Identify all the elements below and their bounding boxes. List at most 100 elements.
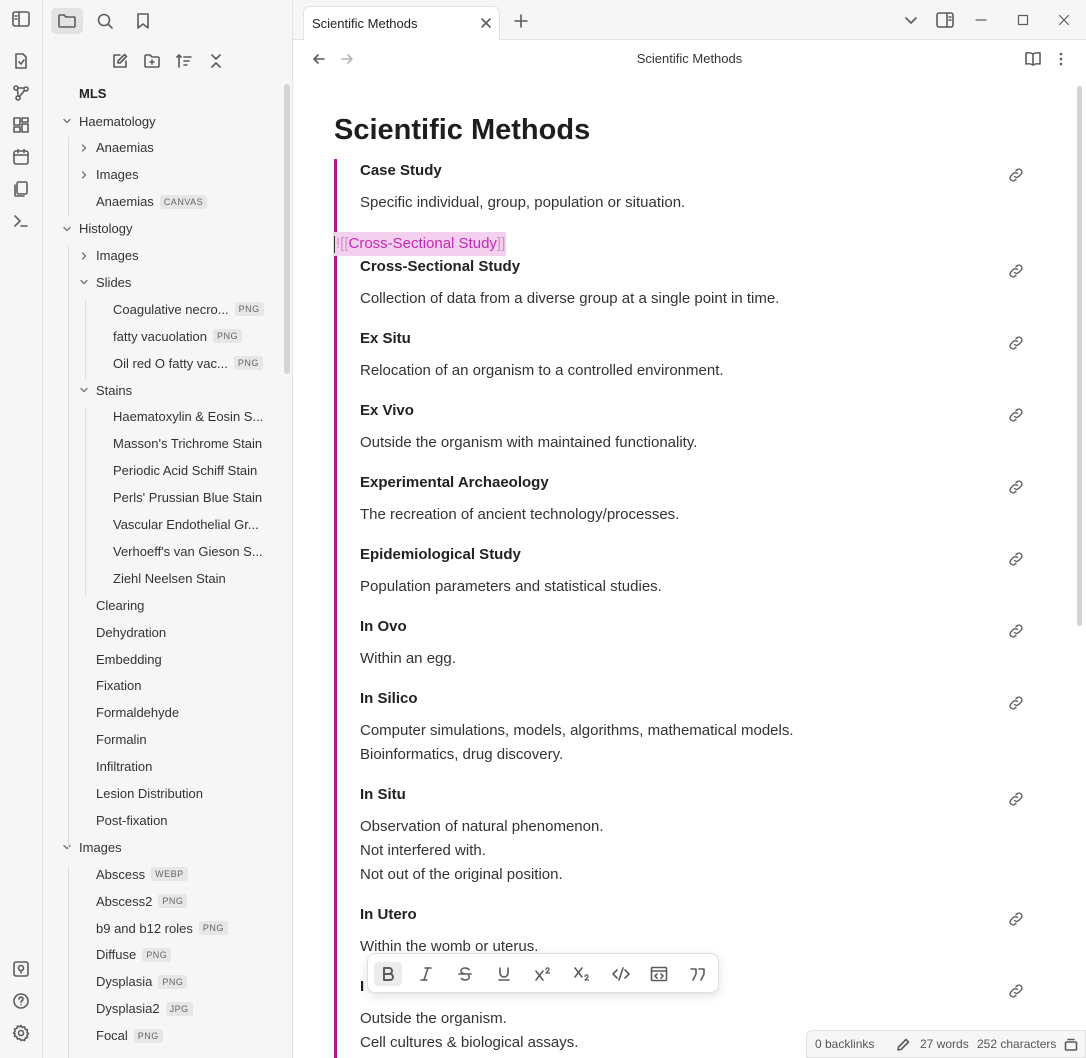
- sidebar-scrollbar[interactable]: [284, 84, 290, 374]
- italic-icon[interactable]: [412, 962, 440, 986]
- file-item[interactable]: Verhoeff's van Gieson S...: [113, 540, 263, 562]
- block-link-icon[interactable]: [1006, 981, 1026, 1001]
- chevron-down-icon[interactable]: [79, 277, 89, 287]
- chevron-down-icon[interactable]: [79, 385, 89, 395]
- file-item[interactable]: Clearing: [96, 594, 144, 616]
- block-link-icon[interactable]: [1006, 789, 1026, 809]
- file-item[interactable]: Infiltration: [96, 756, 152, 778]
- folder-item[interactable]: Images: [81, 245, 139, 267]
- file-item[interactable]: Haematoxylin & Eosin S...: [113, 406, 263, 428]
- entry-description[interactable]: Outside the organism with maintained fun…: [360, 434, 697, 451]
- templates-icon[interactable]: [10, 178, 32, 200]
- command-palette-icon[interactable]: [10, 210, 32, 232]
- graph-view-icon[interactable]: [10, 82, 32, 104]
- sidebar-toggle-icon[interactable]: [10, 8, 32, 30]
- close-tab-icon[interactable]: [478, 15, 494, 31]
- tab-scientific-methods[interactable]: Scientific Methods: [303, 6, 500, 40]
- bold-icon[interactable]: [374, 962, 402, 986]
- entry-heading[interactable]: Case Study: [360, 162, 442, 179]
- chevron-right-icon[interactable]: [79, 170, 89, 180]
- entry-description[interactable]: Bioinformatics, drug discovery.: [360, 746, 563, 763]
- folder-item[interactable]: Stains: [80, 379, 132, 401]
- file-item[interactable]: Dysplasia PNG: [96, 971, 188, 993]
- file-item[interactable]: Perls' Prussian Blue Stain: [113, 487, 262, 509]
- block-link-icon[interactable]: [1006, 261, 1026, 281]
- underline-icon[interactable]: [490, 962, 518, 986]
- file-item[interactable]: Abscess2 PNG: [96, 890, 188, 912]
- new-note-icon[interactable]: [109, 50, 131, 72]
- block-link-icon[interactable]: [1006, 621, 1026, 641]
- open-note-icon[interactable]: [10, 50, 32, 72]
- canvas-icon[interactable]: [10, 114, 32, 136]
- file-item[interactable]: Formalin: [96, 729, 147, 751]
- entry-heading[interactable]: In Silico: [360, 690, 418, 707]
- entry-heading[interactable]: In Ovo: [360, 618, 407, 635]
- entry-heading[interactable]: I: [360, 978, 364, 995]
- folder-item[interactable]: Images: [63, 836, 122, 858]
- file-item[interactable]: Fixation: [96, 675, 142, 697]
- editing-mode-pencil-icon[interactable]: [895, 1037, 911, 1053]
- folder-item[interactable]: Slides: [80, 271, 131, 293]
- folder-item[interactable]: Histology: [63, 218, 132, 240]
- entry-description[interactable]: Cell cultures & biological assays.: [360, 1034, 578, 1051]
- new-tab-plus-icon[interactable]: [512, 12, 530, 30]
- entry-description[interactable]: Relocation of an organism to a controlle…: [360, 362, 724, 379]
- file-item[interactable]: Vascular Endothelial Gr...: [113, 514, 259, 536]
- folder-item[interactable]: Anaemias: [81, 137, 154, 159]
- entry-description[interactable]: Specific individual, group, population o…: [360, 194, 685, 211]
- maximize-window-icon[interactable]: [1015, 12, 1031, 28]
- file-item[interactable]: Anaemias CANVAS: [96, 191, 208, 213]
- chevron-down-icon[interactable]: [62, 224, 72, 234]
- collapse-all-icon[interactable]: [205, 50, 227, 72]
- strikethrough-icon[interactable]: [451, 962, 479, 986]
- file-item[interactable]: b9 and b12 roles PNG: [96, 917, 228, 939]
- backlinks-count[interactable]: 0 backlinks: [815, 1037, 874, 1051]
- entry-description[interactable]: Population parameters and statistical st…: [360, 578, 662, 595]
- block-link-icon[interactable]: [1006, 909, 1026, 929]
- file-item[interactable]: Periodic Acid Schiff Stain: [113, 460, 257, 482]
- sort-order-icon[interactable]: [173, 50, 195, 72]
- file-item[interactable]: Post-fixation: [96, 809, 168, 831]
- entry-heading[interactable]: Ex Vivo: [360, 402, 414, 419]
- view-title[interactable]: Scientific Methods: [293, 51, 1086, 66]
- chevron-right-icon[interactable]: [79, 143, 89, 153]
- file-item[interactable]: Dehydration: [96, 621, 166, 643]
- editor-content[interactable]: Scientific Methods ![[Cross-Sectional St…: [293, 80, 1086, 1058]
- block-link-icon[interactable]: [1006, 477, 1026, 497]
- file-item[interactable]: Oil red O fatty vac... PNG: [113, 352, 263, 374]
- entry-description[interactable]: Not out of the original position.: [360, 866, 563, 883]
- file-item[interactable]: Embedding: [96, 648, 162, 670]
- entry-heading[interactable]: Cross-Sectional Study: [360, 258, 520, 275]
- file-item[interactable]: Abscess WEBP: [96, 863, 188, 885]
- block-link-icon[interactable]: [1006, 333, 1026, 353]
- file-item[interactable]: Focal PNG: [96, 1025, 163, 1047]
- entry-heading[interactable]: In Utero: [360, 906, 417, 923]
- file-item[interactable]: Diffuse PNG: [96, 944, 172, 966]
- vault-switcher-icon[interactable]: [10, 958, 32, 980]
- sync-status-icon[interactable]: [1063, 1037, 1079, 1053]
- close-window-icon[interactable]: [1056, 12, 1072, 28]
- entry-heading[interactable]: Epidemiological Study: [360, 546, 521, 563]
- reading-view-book-icon[interactable]: [1023, 50, 1043, 68]
- folder-item[interactable]: Images: [81, 164, 139, 186]
- file-item[interactable]: fatty vacuolation PNG: [113, 325, 242, 347]
- file-item[interactable]: Dysplasia2 JPG: [96, 998, 193, 1020]
- file-item[interactable]: Lesion Distribution: [96, 783, 203, 805]
- entry-heading[interactable]: In Situ: [360, 786, 406, 803]
- entry-description[interactable]: Within an egg.: [360, 650, 456, 667]
- subscript-icon[interactable]: [568, 962, 596, 986]
- entry-description[interactable]: Observation of natural phenomenon.: [360, 818, 604, 835]
- tab-list-chevron-down-icon[interactable]: [902, 12, 920, 30]
- inline-code-icon[interactable]: [607, 962, 635, 986]
- block-link-icon[interactable]: [1006, 693, 1026, 713]
- code-block-icon[interactable]: [645, 962, 673, 986]
- folder-item[interactable]: Haematology: [63, 110, 156, 132]
- file-item[interactable]: Masson's Trichrome Stain: [113, 433, 262, 455]
- block-link-icon[interactable]: [1006, 165, 1026, 185]
- help-icon[interactable]: [10, 990, 32, 1012]
- right-sidebar-toggle-icon[interactable]: [934, 11, 956, 29]
- file-item[interactable]: Formaldehyde: [96, 702, 179, 724]
- search-tab-icon[interactable]: [89, 8, 121, 34]
- entry-description[interactable]: Computer simulations, models, algorithms…: [360, 722, 794, 739]
- more-options-icon[interactable]: [1053, 50, 1069, 68]
